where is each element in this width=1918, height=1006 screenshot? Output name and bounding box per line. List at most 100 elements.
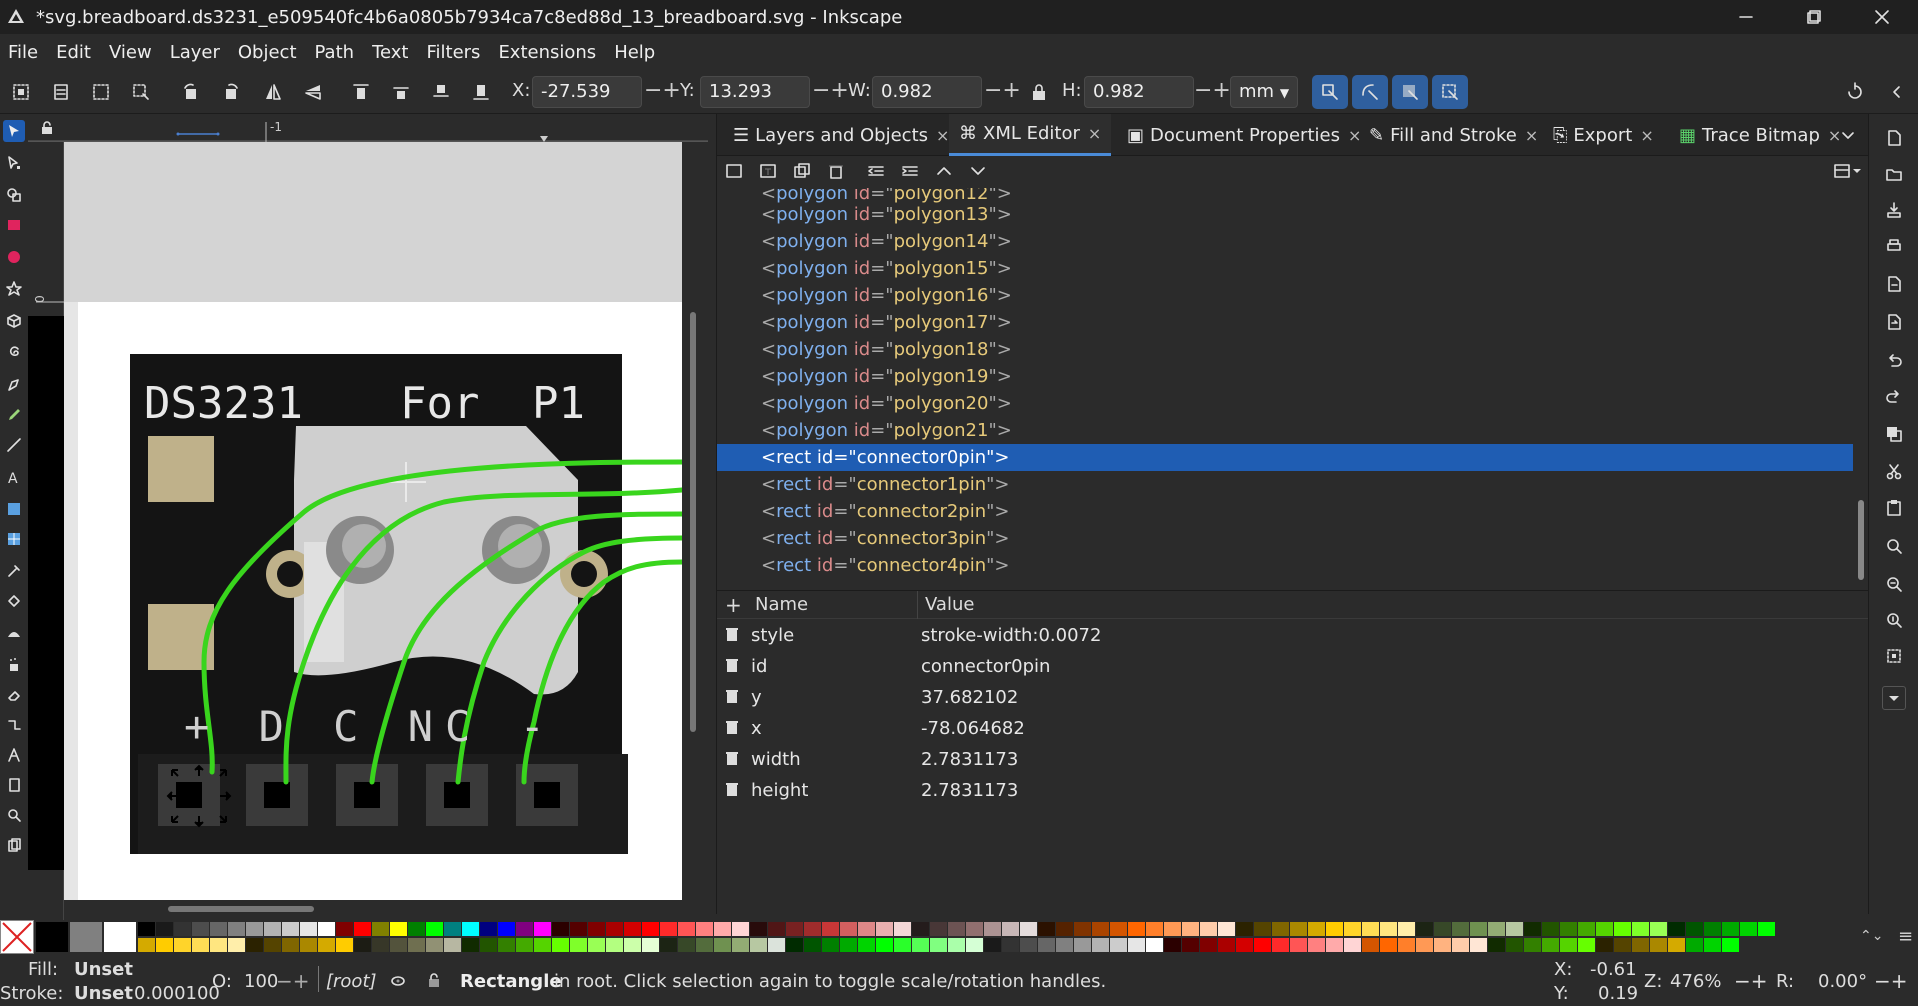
h-stepper[interactable]: −+ [1194,78,1231,103]
cut-icon[interactable] [1882,460,1906,484]
xml-node[interactable]: <polygon id="polygon13"> [717,201,1853,228]
color-swatch[interactable] [1740,922,1757,936]
color-swatch[interactable] [1380,922,1397,936]
color-swatch[interactable] [570,938,587,952]
color-swatch[interactable] [498,922,515,936]
zoom-value[interactable]: 476% [1670,971,1721,992]
spiral-tool-icon[interactable] [3,342,25,364]
horizontal-ruler[interactable]: -1 [28,114,708,142]
palette-menu-icon[interactable]: ≡ [1898,926,1913,947]
paste-icon[interactable] [1882,496,1906,520]
unit-select[interactable]: mm ▼ [1230,76,1298,108]
color-swatch[interactable] [732,922,749,936]
layout-options-icon[interactable] [1833,162,1863,184]
color-swatch[interactable] [1398,922,1415,936]
color-swatch[interactable] [444,938,461,952]
duplicate-node-icon[interactable] [793,162,811,184]
color-swatch[interactable] [264,922,281,936]
xml-node[interactable]: <rect id="connector2pin"> [717,498,1853,525]
color-swatch[interactable] [354,922,371,936]
xml-node[interactable]: <polygon id="polygon21"> [717,417,1853,444]
xml-node[interactable]: <polygon id="polygon18"> [717,336,1853,363]
color-swatch[interactable] [192,922,209,936]
stroke-width-value[interactable]: 0.000100 [134,983,220,1004]
lower-icon[interactable] [426,77,456,107]
color-swatch[interactable] [228,938,245,952]
color-swatch[interactable] [318,922,335,936]
color-swatch[interactable] [1218,922,1235,936]
pages-tool-icon[interactable] [3,834,25,856]
xml-node[interactable]: <rect id="connector3pin"> [717,525,1853,552]
menu-view[interactable]: View [109,42,152,63]
zoom-center-icon[interactable] [1882,644,1906,668]
color-swatch[interactable] [1416,922,1433,936]
trash-icon[interactable] [725,719,739,740]
redo-icon[interactable] [1882,384,1906,408]
color-swatch[interactable] [678,938,695,952]
touch-select-icon[interactable] [126,77,156,107]
color-swatch[interactable] [1326,922,1343,936]
xml-node[interactable]: <polygon id="polygon17"> [717,309,1853,336]
lpe-tool-icon[interactable] [3,744,25,766]
color-swatch[interactable] [876,922,893,936]
color-swatch[interactable] [1020,922,1037,936]
color-swatch[interactable] [426,938,443,952]
color-swatch[interactable] [930,922,947,936]
color-swatch[interactable] [1398,938,1415,952]
color-swatch[interactable] [1164,922,1181,936]
color-swatch[interactable] [804,922,821,936]
color-swatch[interactable] [552,938,569,952]
color-swatch[interactable] [516,922,533,936]
opacity-stepper[interactable]: −+ [276,969,310,993]
scroll-thumb[interactable] [690,312,696,732]
select-all-icon[interactable] [6,77,36,107]
color-swatch[interactable] [498,938,515,952]
color-swatch[interactable] [1092,922,1109,936]
color-swatch[interactable] [300,938,317,952]
color-swatch[interactable] [1218,938,1235,952]
opacity-value[interactable]: 100 [244,971,278,992]
color-swatch[interactable] [1686,922,1703,936]
deselect-icon[interactable] [86,77,116,107]
indent-node-icon[interactable] [901,162,919,184]
color-swatch[interactable] [1704,938,1721,952]
color-swatch[interactable] [408,922,425,936]
color-swatch[interactable] [372,922,389,936]
color-swatch[interactable] [822,938,839,952]
print-icon[interactable] [1882,234,1906,258]
color-swatch[interactable] [1560,938,1577,952]
delete-node-icon[interactable] [827,162,845,184]
color-swatch[interactable] [1578,922,1595,936]
color-swatch[interactable] [300,922,317,936]
color-swatch[interactable] [390,938,407,952]
gradient-tool-icon[interactable] [3,498,25,520]
rotate-ccw-icon[interactable] [176,77,206,107]
zoom-page-icon[interactable] [1882,608,1906,632]
vertical-ruler[interactable]: 0 [28,142,64,920]
current-layer[interactable]: [root] [326,971,377,992]
attribute-row[interactable]: x -78.064682 [717,714,1869,745]
copy-icon[interactable] [1882,422,1906,446]
color-swatch[interactable] [840,922,857,936]
zoom-drawing-icon[interactable] [1882,572,1906,596]
color-swatch[interactable] [282,938,299,952]
color-swatch[interactable] [714,922,731,936]
eye-icon[interactable] [390,973,406,994]
tab-xml-editor[interactable]: ⌘ XML Editor × [949,114,1112,156]
menu-extensions[interactable]: Extensions [498,42,596,63]
color-swatch[interactable] [1272,922,1289,936]
flip-horizontal-icon[interactable] [258,77,288,107]
color-swatch[interactable] [1704,922,1721,936]
lock-ratio-icon[interactable] [1024,77,1054,107]
color-swatch[interactable] [1020,938,1037,952]
color-swatch[interactable] [840,938,857,952]
color-swatch[interactable] [606,922,623,936]
color-swatch[interactable] [1596,922,1613,936]
color-swatch[interactable] [1344,938,1361,952]
color-swatch[interactable] [1542,938,1559,952]
menu-file[interactable]: File [8,42,38,63]
color-swatch[interactable] [714,938,731,952]
attribute-row[interactable]: id connector0pin [717,652,1869,683]
scroll-thumb[interactable] [1858,500,1864,580]
close-tab-icon[interactable]: × [1640,126,1653,145]
